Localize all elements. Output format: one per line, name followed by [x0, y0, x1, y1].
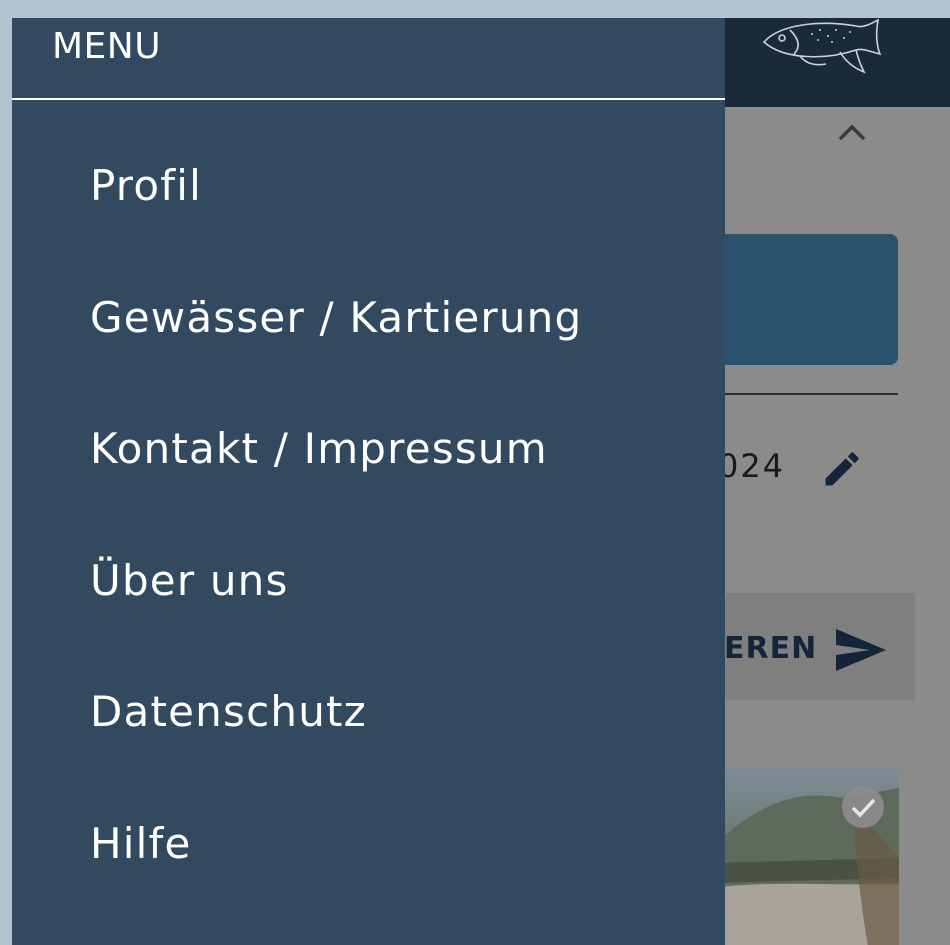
fish-logo-icon: [762, 18, 882, 74]
pencil-icon[interactable]: [820, 447, 864, 491]
drawer-title: MENU: [52, 26, 162, 67]
menu-item-hilfe[interactable]: Hilfe: [90, 819, 192, 868]
menu-item-kontakt-impressum[interactable]: Kontakt / Impressum: [90, 424, 548, 473]
navigation-drawer: MENU Profil Gewässer / Kartierung Kontak…: [12, 18, 725, 945]
menu-item-profil[interactable]: Profil: [90, 161, 202, 210]
send-button[interactable]: EREN: [724, 631, 817, 666]
check-circle-icon[interactable]: [840, 784, 886, 830]
menu-item-ueber-uns[interactable]: Über uns: [90, 556, 289, 605]
date-value: 024: [718, 447, 786, 485]
menu-item-datenschutz[interactable]: Datenschutz: [90, 687, 367, 736]
chevron-up-icon[interactable]: [834, 121, 870, 145]
send-icon[interactable]: [834, 627, 888, 673]
menu-item-gewaesser-kartierung[interactable]: Gewässer / Kartierung: [90, 293, 582, 342]
drawer-divider: [12, 98, 725, 100]
